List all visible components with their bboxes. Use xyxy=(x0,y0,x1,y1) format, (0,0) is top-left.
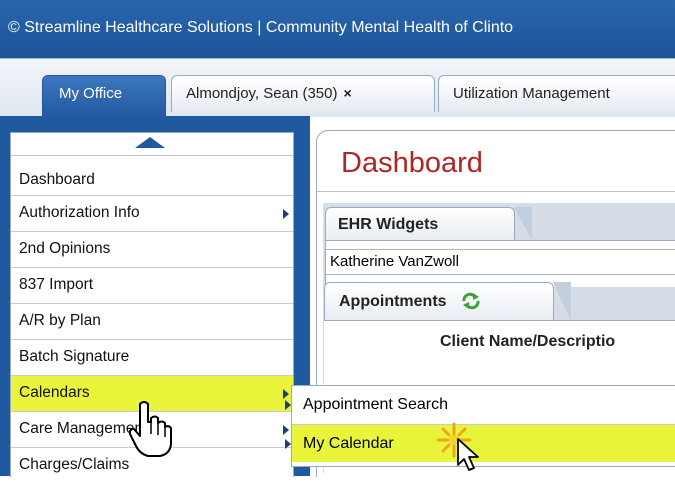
tab-client-almondjoy[interactable]: Almondjoy, Sean (350) × xyxy=(171,75,435,112)
banner-text: © Streamline Healthcare Solutions | Comm… xyxy=(8,19,514,36)
menu-item-ar-by-plan[interactable]: A/R by Plan xyxy=(11,304,293,340)
submenu-pointer-icon xyxy=(285,400,291,410)
page-title: Dashboard xyxy=(341,147,483,179)
menu-item-837-import[interactable]: 837 Import xyxy=(11,268,293,304)
column-header-client[interactable]: Client Name/Descriptio xyxy=(440,333,615,351)
title-divider xyxy=(317,191,675,192)
close-icon[interactable]: × xyxy=(343,85,351,101)
tab-label: Almondjoy, Sean (350) xyxy=(186,85,338,102)
submenu-item-my-calendar[interactable]: My Calendar xyxy=(285,424,675,462)
menu-item-2nd-opinions[interactable]: 2nd Opinions xyxy=(11,232,293,268)
menu-item-label: 837 Import xyxy=(19,276,94,293)
menu-item-label: 2nd Opinions xyxy=(19,240,111,257)
menu-item-dashboard[interactable]: Dashboard xyxy=(11,163,293,196)
tab-label: My Office xyxy=(59,85,123,102)
tab-utilization-management[interactable]: Utilization Management xyxy=(438,75,675,112)
tab-my-office[interactable]: My Office xyxy=(42,75,166,117)
submenu-item-label: Appointment Search xyxy=(303,396,448,413)
app-banner: © Streamline Healthcare Solutions | Comm… xyxy=(0,0,675,58)
submenu-arrow-icon xyxy=(283,389,289,399)
tab-strip: My Office Almondjoy, Sean (350) × Utiliza… xyxy=(0,58,675,117)
scroll-up-icon[interactable] xyxy=(135,137,165,148)
menu-item-label: Calendars xyxy=(19,384,90,401)
menu-item-authorization-info[interactable]: Authorization Info xyxy=(11,196,293,232)
tab-ehr-widgets[interactable]: EHR Widgets xyxy=(325,207,532,240)
submenu-item-label: My Calendar xyxy=(303,435,394,452)
menu-item-batch-signature[interactable]: Batch Signature xyxy=(11,340,293,376)
staff-name: Katherine VanZwoll xyxy=(326,249,675,275)
submenu-arrow-icon xyxy=(283,209,289,219)
menu-item-label: A/R by Plan xyxy=(19,312,101,329)
tab-appointments[interactable]: Appointments xyxy=(324,282,571,320)
menu-item-label: Authorization Info xyxy=(19,204,140,221)
tab-label: Utilization Management xyxy=(453,85,610,102)
tab-label: Appointments xyxy=(339,293,447,310)
submenu-item-appointment-search[interactable]: Appointment Search xyxy=(285,386,675,424)
menu-item-label: Dashboard xyxy=(19,171,95,188)
submenu-pointer-icon xyxy=(285,439,291,449)
hand-cursor-icon xyxy=(128,401,172,457)
submenu-arrow-icon xyxy=(283,425,289,435)
calendars-submenu: Appointment Search My Calendar xyxy=(285,385,675,467)
arrow-cursor-icon xyxy=(457,438,479,471)
menu-divider xyxy=(11,155,293,156)
menu-item-label: Charges/Claims xyxy=(19,456,130,473)
menu-item-label: Batch Signature xyxy=(19,348,130,365)
